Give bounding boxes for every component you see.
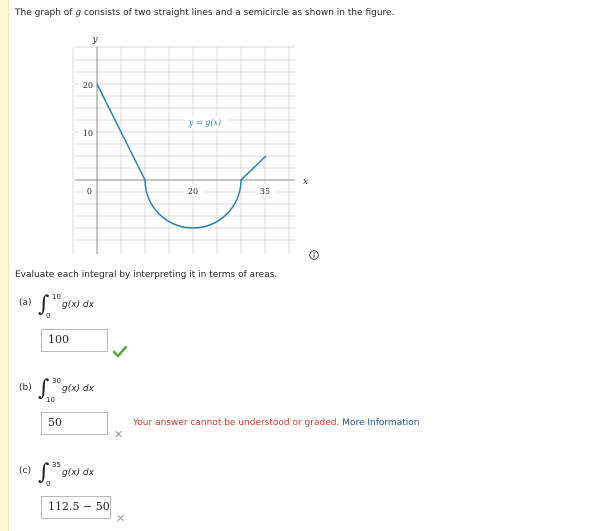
problem-statement: The graph of g consists of two straight … [15,8,394,18]
instruction-text: Evaluate each integral by interpreting i… [15,270,278,280]
graph-grid [72,46,295,254]
lower-limit: 0 [46,480,51,488]
upper-limit: 10 [52,293,61,301]
x-axis-label: x [303,177,308,187]
more-information-link[interactable]: More Information [342,418,419,428]
part-c-integral: ∫ 35 0 g(x) dx [38,460,108,490]
x-mark-icon: ✕ [114,428,124,441]
part-c-label: (c) [19,466,31,476]
lower-limit: 10 [46,396,55,404]
lower-limit: 0 [46,312,51,320]
part-b-label: (b) [19,383,32,393]
x-tick-35: 35 [260,187,270,196]
y-axis-label: y [91,35,98,45]
check-icon [113,346,127,358]
intro-text-start: The graph of [15,8,76,18]
x-tick-20: 20 [188,187,198,196]
part-a-label: (a) [19,298,32,308]
integrand: g(x) dx [62,384,94,394]
integrand: g(x) dx [62,300,94,310]
origin-tick: 0 [87,187,92,196]
answer-b-input[interactable]: 50 [41,412,108,435]
part-b-integral: ∫ 30 10 g(x) dx [38,376,108,406]
answer-b-feedback: Your answer cannot be understood or grad… [133,418,419,428]
answer-c-input[interactable]: 112.5 − 50 [41,496,111,519]
y-tick-20: 20 [83,81,93,90]
info-icon[interactable] [309,250,319,260]
error-message: Your answer cannot be understood or grad… [133,418,340,428]
upper-limit: 30 [52,377,61,385]
integrand: g(x) dx [62,468,94,478]
y-tick-10: 10 [83,129,93,138]
part-a-integral: ∫ 10 0 g(x) dx [38,292,108,322]
answer-a-input[interactable]: 100 [41,329,108,352]
function-graph: y x 20 10 0 20 35 y = g(x) [72,35,308,254]
upper-limit: 35 [52,461,61,469]
intro-text-end: consists of two straight lines and a sem… [81,8,395,18]
x-mark-icon: ✕ [116,512,126,525]
curve-label: y = g(x) [188,118,221,127]
